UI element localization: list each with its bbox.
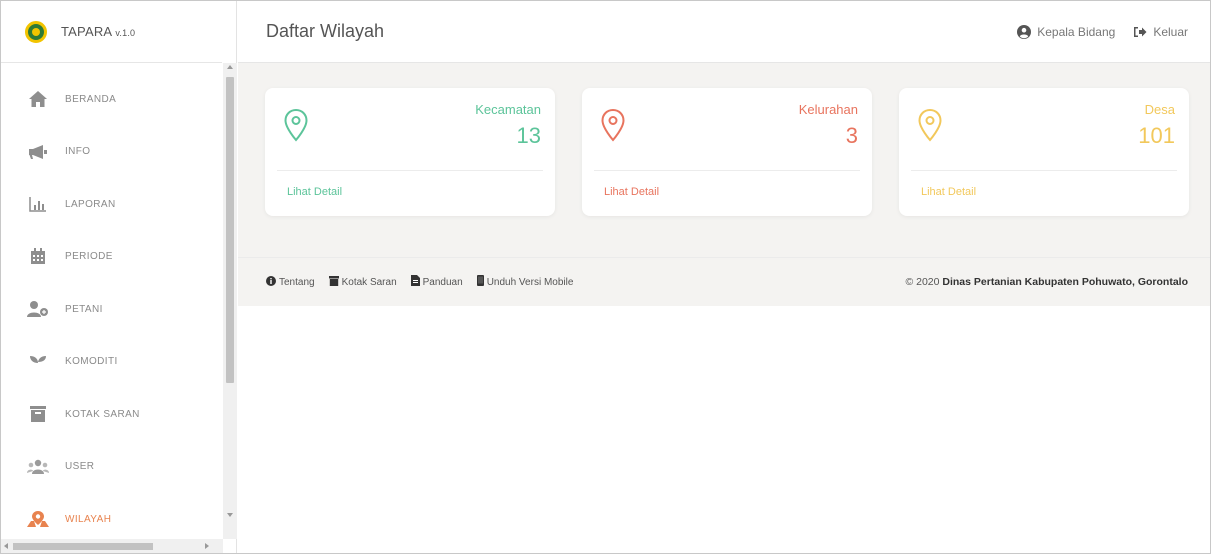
card-count: 13: [516, 123, 541, 148]
copyright-prefix: © 2020: [905, 276, 940, 288]
card-meta: Desa 101: [1138, 102, 1175, 149]
sidebar: TAPARA v.1.0 BERANDA INFO LAPORAN PERIOD…: [1, 1, 237, 553]
sidebar-item-periode[interactable]: PERIODE: [1, 231, 223, 284]
sidebar-item-label: PERIODE: [65, 251, 113, 263]
card-count: 3: [845, 123, 858, 148]
archive-icon: [328, 275, 339, 289]
location-pin-icon: [917, 108, 943, 147]
sidebar-vertical-scrollbar[interactable]: [223, 63, 237, 539]
sidebar-item-label: WILAYAH: [65, 513, 112, 525]
copyright: © 2020 Dinas Pertanian Kabupaten Pohuwat…: [905, 276, 1188, 288]
scroll-down-icon[interactable]: [227, 513, 233, 517]
home-icon: [27, 88, 49, 110]
sidebar-item-label: INFO: [65, 146, 91, 158]
top-bar: Daftar Wilayah Kepala Bidang Keluar: [238, 1, 1210, 63]
sidebar-item-wilayah[interactable]: WILAYAH: [1, 493, 223, 546]
scroll-thumb-horizontal[interactable]: [13, 543, 153, 550]
scroll-right-icon[interactable]: [205, 543, 209, 549]
info-circle-icon: [266, 275, 276, 289]
scroll-up-icon[interactable]: [227, 65, 233, 69]
logout-label: Keluar: [1153, 24, 1188, 39]
sidebar-item-label: KOTAK SARAN: [65, 408, 140, 420]
footer-links: Tentang Kotak Saran Panduan Unduh Versi …: [266, 275, 587, 289]
card-meta: Kecamatan 13: [475, 102, 541, 149]
scroll-left-icon[interactable]: [4, 543, 8, 549]
user-circle-icon: [1017, 24, 1032, 39]
app-version: v.1.0: [115, 28, 136, 38]
sidebar-item-kotak-saran[interactable]: KOTAK SARAN: [1, 388, 223, 441]
card-desa: Desa 101 Lihat Detail: [899, 88, 1189, 216]
lihat-detail-link[interactable]: Lihat Detail: [287, 186, 342, 198]
farmer-users-icon: [27, 298, 49, 320]
scroll-thumb[interactable]: [226, 77, 234, 383]
logout-button[interactable]: Keluar: [1133, 25, 1188, 39]
seedling-icon: [27, 351, 49, 373]
footer: Tentang Kotak Saran Panduan Unduh Versi …: [238, 257, 1210, 306]
user-profile-button[interactable]: Kepala Bidang: [1017, 24, 1116, 39]
calendar-icon: [27, 246, 49, 268]
copyright-org: Dinas Pertanian Kabupaten Pohuwato, Goro…: [942, 276, 1188, 288]
card-name: Kecamatan: [475, 102, 541, 117]
footer-link-label: Kotak Saran: [341, 276, 397, 288]
brand[interactable]: TAPARA v.1.0: [1, 1, 222, 63]
megaphone-icon: [27, 141, 49, 163]
sidebar-item-label: KOMODITI: [65, 356, 118, 368]
sidebar-item-laporan[interactable]: LAPORAN: [1, 178, 223, 231]
sidebar-item-label: PETANI: [65, 303, 103, 315]
sign-out-icon: [1134, 26, 1147, 37]
sidebar-item-beranda[interactable]: BERANDA: [1, 73, 223, 126]
location-pin-icon: [600, 108, 626, 147]
card-divider: [277, 170, 543, 171]
lihat-detail-link[interactable]: Lihat Detail: [921, 186, 976, 198]
sidebar-item-user[interactable]: USER: [1, 441, 223, 494]
archive-box-icon: [27, 403, 49, 425]
app-name: TAPARA: [61, 24, 112, 39]
sidebar-item-petani[interactable]: PETANI: [1, 283, 223, 336]
app-title: TAPARA v.1.0: [61, 24, 135, 39]
pdf-file-icon: [410, 275, 420, 289]
sidebar-item-label: BERANDA: [65, 93, 117, 105]
mobile-icon: [476, 275, 484, 289]
summary-cards: Kecamatan 13 Lihat Detail Kelurahan 3 Li…: [265, 88, 1189, 216]
map-pin-icon: [27, 508, 49, 530]
footer-link-kotak-saran[interactable]: Kotak Saran: [328, 275, 397, 289]
sidebar-menu: BERANDA INFO LAPORAN PERIODE PETANI KOMO…: [1, 73, 223, 546]
page-title: Daftar Wilayah: [266, 21, 385, 41]
card-kecamatan: Kecamatan 13 Lihat Detail: [265, 88, 555, 216]
footer-link-label: Unduh Versi Mobile: [486, 276, 574, 288]
main-area: Daftar Wilayah Kepala Bidang Keluar Keca…: [238, 1, 1210, 553]
user-area: Kepala Bidang Keluar: [999, 24, 1188, 39]
footer-link-label: Tentang: [279, 276, 315, 288]
footer-link-panduan[interactable]: Panduan: [410, 275, 463, 289]
users-group-icon: [27, 456, 49, 478]
footer-link-unduh-mobile[interactable]: Unduh Versi Mobile: [476, 275, 574, 289]
card-count: 101: [1138, 123, 1175, 148]
sidebar-item-info[interactable]: INFO: [1, 126, 223, 179]
card-divider: [911, 170, 1177, 171]
card-name: Desa: [1144, 102, 1175, 117]
footer-link-label: Panduan: [422, 276, 463, 288]
footer-link-tentang[interactable]: Tentang: [266, 275, 315, 289]
sidebar-item-label: LAPORAN: [65, 198, 116, 210]
card-meta: Kelurahan 3: [799, 102, 858, 149]
user-role-label: Kepala Bidang: [1037, 24, 1116, 39]
sidebar-item-komoditi[interactable]: KOMODITI: [1, 336, 223, 389]
sidebar-item-label: USER: [65, 461, 95, 473]
card-kelurahan: Kelurahan 3 Lihat Detail: [582, 88, 872, 216]
app-window: TAPARA v.1.0 BERANDA INFO LAPORAN PERIOD…: [0, 0, 1211, 554]
card-name: Kelurahan: [798, 102, 858, 117]
lihat-detail-link[interactable]: Lihat Detail: [604, 186, 659, 198]
bar-chart-icon: [27, 193, 49, 215]
content-area: Kecamatan 13 Lihat Detail Kelurahan 3 Li…: [238, 63, 1210, 306]
sidebar-horizontal-scrollbar[interactable]: [1, 539, 223, 553]
location-pin-icon: [283, 108, 309, 147]
app-logo: [25, 20, 47, 43]
card-divider: [594, 170, 860, 171]
